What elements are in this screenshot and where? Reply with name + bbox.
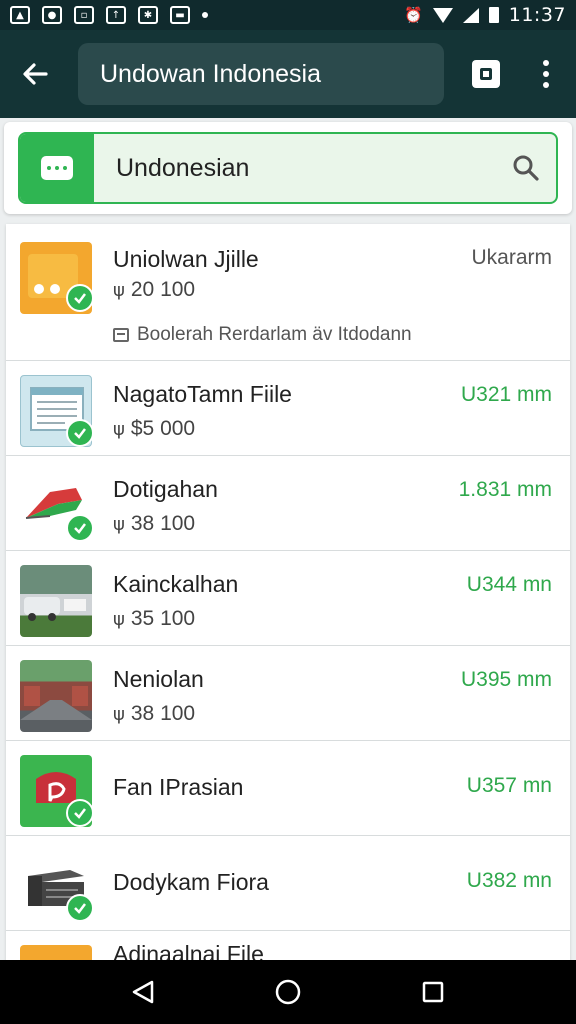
item-sub: ψ 20 100 xyxy=(113,278,196,301)
settings-icon: ✱ xyxy=(138,6,158,24)
recents-square-icon xyxy=(423,981,444,1003)
back-arrow-icon xyxy=(23,63,48,85)
item-sub: ψ 38 100 xyxy=(113,512,196,535)
item-sub: ψ 38 100 xyxy=(113,702,196,725)
item-sub: ψ $5 000 xyxy=(113,417,196,440)
item-name: NagatoTamn Fiile xyxy=(113,381,292,407)
home-circle-icon xyxy=(275,979,301,1005)
list-item[interactable]: Dodykam Fiora U382 mn xyxy=(6,836,570,931)
wifi-icon xyxy=(432,7,453,23)
photo-thumbnail xyxy=(20,660,92,732)
app-bar: Undowan Indonesia xyxy=(0,30,576,118)
nav-recents-button[interactable] xyxy=(408,967,458,1017)
item-meta: U395 mm xyxy=(460,668,552,691)
list-item[interactable]: Fan IPrasian U357 mn xyxy=(6,741,570,836)
list-item[interactable]: Uniolwan Jjille ψ 20 100 Ukararm Boolerah… xyxy=(6,224,570,361)
item-name: Kainckalhan xyxy=(113,571,239,597)
list-item[interactable]: NagatoTamn Fiile ψ $5 000 U321 mm xyxy=(6,361,570,456)
battery-saver-icon: ▬ xyxy=(170,6,190,24)
check-icon xyxy=(66,799,94,827)
item-name: Uniolwan Jjille xyxy=(113,246,259,272)
list-item[interactable]: Neniolan ψ 38 100 U395 mm xyxy=(6,646,570,741)
chat-button[interactable] xyxy=(20,134,94,202)
title-field[interactable]: Undowan Indonesia xyxy=(78,43,444,105)
item-name: Dodykam Fiora xyxy=(113,869,269,895)
item-meta: 1.831 mm xyxy=(458,478,552,501)
file-icon: ▫ xyxy=(74,6,94,24)
check-icon xyxy=(66,514,94,542)
navigation-bar xyxy=(0,960,576,1024)
upload-icon: ↑ xyxy=(106,6,126,24)
nav-home-button[interactable] xyxy=(263,967,313,1017)
item-name: Fan IPrasian xyxy=(113,774,244,800)
item-meta: Ukararm xyxy=(471,246,552,269)
item-note: Boolerah Rerdarlam äv Itdodann xyxy=(113,324,412,346)
status-time: 11:37 xyxy=(508,4,566,26)
search-icon xyxy=(513,155,539,181)
file-list: Uniolwan Jjille ψ 20 100 Ukararm Boolerah… xyxy=(6,224,570,971)
window-icon xyxy=(472,60,500,88)
item-meta: U344 mn xyxy=(466,573,552,596)
photo-icon: ● xyxy=(42,6,62,24)
window-button[interactable] xyxy=(464,52,508,96)
item-sub: ψ 35 100 xyxy=(113,607,196,630)
check-icon xyxy=(66,284,94,312)
item-meta: U357 mn xyxy=(466,774,552,797)
list-item[interactable]: Dotigahan ψ 38 100 1.831 mm xyxy=(6,456,570,551)
photo-thumbnail xyxy=(20,565,92,637)
gallery-icon: ▲ xyxy=(10,6,30,24)
search-box xyxy=(18,132,558,204)
nav-back-button[interactable] xyxy=(118,967,168,1017)
search-input[interactable] xyxy=(94,134,496,202)
search-card xyxy=(4,122,572,214)
signal-icon xyxy=(462,7,479,23)
check-icon xyxy=(66,894,94,922)
page-title: Undowan Indonesia xyxy=(100,59,321,88)
more-vert-icon xyxy=(543,60,549,88)
item-meta: U382 mn xyxy=(466,869,552,892)
item-meta: U321 mm xyxy=(460,383,552,406)
search-button[interactable] xyxy=(496,154,556,182)
chat-icon xyxy=(41,156,73,180)
item-name: Neniolan xyxy=(113,666,204,692)
check-icon xyxy=(66,419,94,447)
triangle-back-icon xyxy=(132,980,153,1004)
document-icon xyxy=(113,328,129,342)
back-button[interactable] xyxy=(0,30,70,118)
alarm-icon: ⏰ xyxy=(404,6,423,24)
status-bar: ▲ ● ▫ ↑ ✱ ▬ ⏰ 11:37 xyxy=(0,0,576,30)
notification-dot-icon xyxy=(202,12,208,18)
battery-icon xyxy=(488,7,499,23)
list-item[interactable]: Kainckalhan ψ 35 100 U344 mn xyxy=(6,551,570,646)
more-options-button[interactable] xyxy=(524,52,568,96)
item-name: Dotigahan xyxy=(113,476,218,502)
